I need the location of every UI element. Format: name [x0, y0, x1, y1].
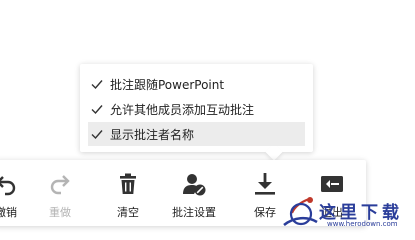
menu-item-label: 显示批注者名称 [110, 127, 195, 142]
checkmark-icon [91, 80, 103, 90]
menu-item-label: 允许其他成员添加互动批注 [110, 102, 255, 117]
exit-icon [321, 176, 343, 192]
watermark: 这里下载 www.herodown.com [279, 194, 415, 233]
redo-label: 重做 [49, 206, 71, 219]
watermark-logo-icon [283, 197, 318, 227]
menu-pointer [265, 143, 283, 161]
user-settings-icon [183, 174, 206, 196]
comment-settings-menu: 批注跟随PowerPoint 允许其他成员添加互动批注 显示批注者名称 [80, 64, 313, 161]
menu-item-follow-powerpoint[interactable]: 批注跟随PowerPoint [88, 72, 305, 96]
clear-label: 清空 [117, 206, 139, 219]
comment-settings-label: 批注设置 [172, 206, 216, 219]
undo-button[interactable]: 撤销 [0, 172, 32, 222]
checkmark-icon [91, 130, 103, 140]
checkmark-icon [91, 105, 103, 115]
menu-item-label: 批注跟随PowerPoint [110, 77, 225, 92]
redo-button[interactable]: 重做 [34, 172, 86, 222]
menu-item-show-commenter-name[interactable]: 显示批注者名称 [88, 122, 305, 146]
trash-icon [120, 173, 136, 194]
menu-item-allow-interactive-comments[interactable]: 允许其他成员添加互动批注 [88, 97, 305, 121]
redo-icon [50, 175, 70, 195]
undo-icon [0, 176, 16, 196]
undo-label: 撤销 [0, 206, 17, 219]
comment-settings-button[interactable]: 批注设置 [168, 172, 220, 222]
clear-button[interactable]: 清空 [102, 172, 154, 222]
watermark-url: www.herodown.com [327, 220, 398, 228]
download-icon [255, 173, 275, 195]
